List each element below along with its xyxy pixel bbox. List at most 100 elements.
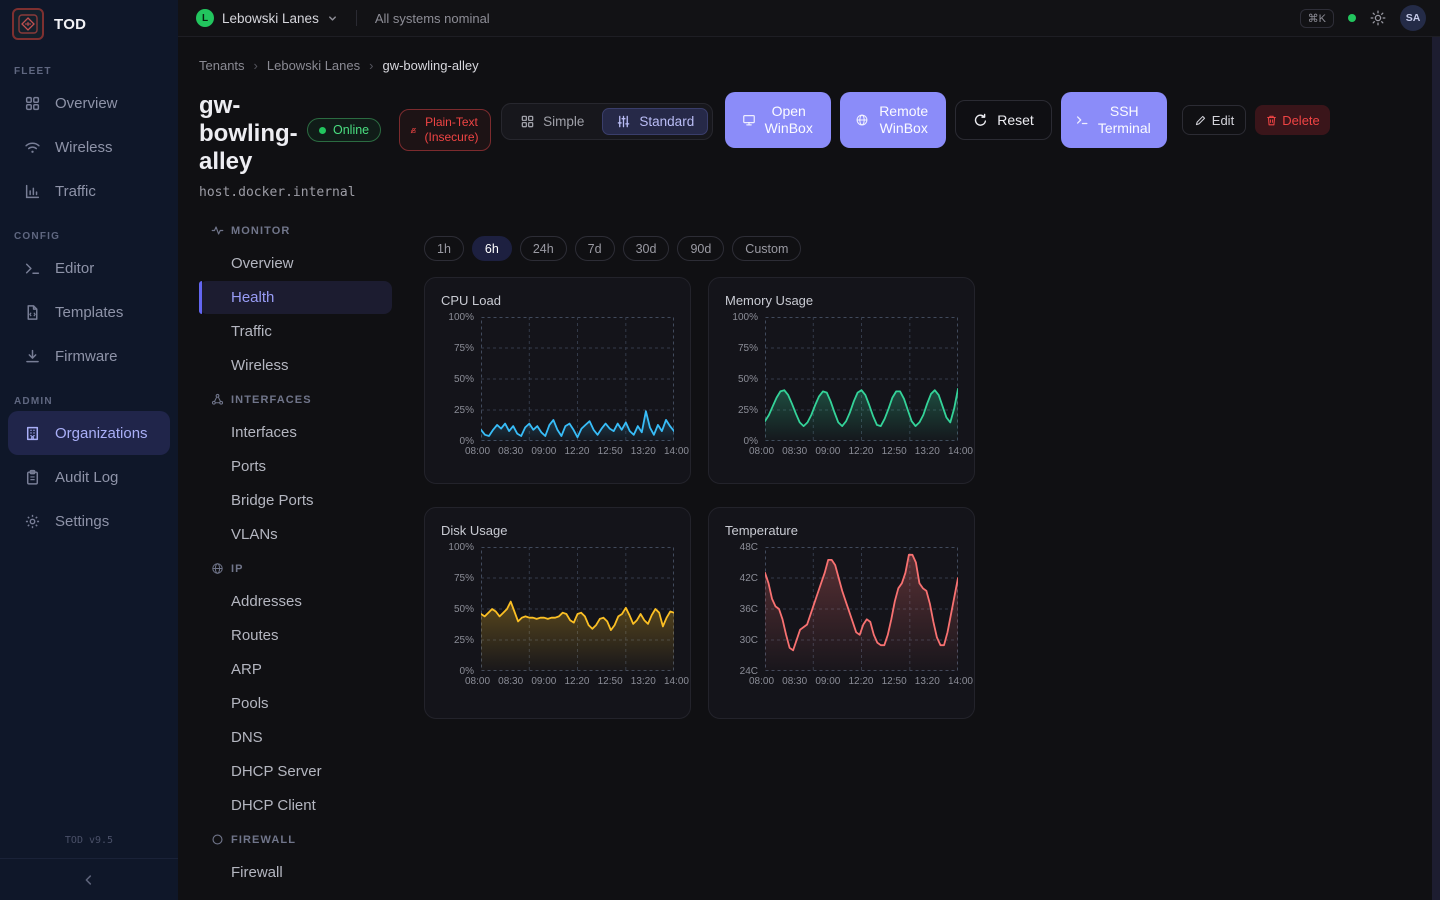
x-axis: 08:0008:3009:0012:2012:5013:2014:00 <box>465 446 689 457</box>
breadcrumb-tenants[interactable]: Tenants <box>199 58 245 73</box>
subnav-item-label: ARP <box>231 661 262 678</box>
subnav-item-addresses[interactable]: Addresses <box>199 585 392 618</box>
y-axis: 100%75%50%25%0% <box>441 317 481 441</box>
wifi-icon <box>24 139 41 156</box>
subnav-item-ports[interactable]: Ports <box>199 450 392 483</box>
sidebar-item-label: Overview <box>55 95 118 112</box>
subnav-item-label: Traffic <box>231 323 272 340</box>
breadcrumb-tenant[interactable]: Lebowski Lanes <box>267 58 360 73</box>
tenant-avatar: L <box>196 9 214 27</box>
subnav-item-label: Interfaces <box>231 424 297 441</box>
breadcrumb-current: gw-bowling-alley <box>382 58 478 73</box>
tenant-switcher[interactable]: L Lebowski Lanes <box>196 9 338 27</box>
time-range-1h[interactable]: 1h <box>424 236 464 261</box>
refresh-icon <box>973 113 988 128</box>
time-range-7d[interactable]: 7d <box>575 236 615 261</box>
file-icon <box>24 304 41 321</box>
subnav-item-bridge-ports[interactable]: Bridge Ports <box>199 484 392 517</box>
charts-grid: CPU Load 100%75%50%25%0% 08:0008:3009:00… <box>424 277 1432 719</box>
time-range-6h[interactable]: 6h <box>472 236 512 261</box>
remote-winbox-button[interactable]: Remote WinBox <box>840 92 946 148</box>
y-axis-label: 25% <box>454 635 474 646</box>
time-range-custom[interactable]: Custom <box>732 236 801 261</box>
scrollbar[interactable] <box>1432 37 1440 900</box>
subnav-item-mangle[interactable]: Mangle <box>199 890 392 900</box>
x-axis-label: 13:20 <box>915 446 940 457</box>
subnav-item-traffic[interactable]: Traffic <box>199 315 392 348</box>
subnav-item-label: DHCP Client <box>231 797 316 814</box>
subnav-item-firewall[interactable]: Firewall <box>199 856 392 889</box>
x-axis-label: 08:00 <box>465 446 490 457</box>
activity-icon <box>211 224 224 237</box>
time-range-90d[interactable]: 90d <box>677 236 724 261</box>
y-axis-label: 0% <box>460 436 474 447</box>
subnav-item-dhcp-client[interactable]: DHCP Client <box>199 789 392 822</box>
x-axis: 08:0008:3009:0012:2012:5013:2014:00 <box>465 676 689 687</box>
x-axis: 08:0008:3009:0012:2012:5013:2014:00 <box>749 676 973 687</box>
edit-label: Edit <box>1212 113 1234 128</box>
time-range-30d[interactable]: 30d <box>623 236 670 261</box>
x-axis-label: 12:50 <box>598 676 623 687</box>
sidebar-item-label: Templates <box>55 304 123 321</box>
subnav-item-vlans[interactable]: VLANs <box>199 518 392 551</box>
subnav-item-overview[interactable]: Overview <box>199 247 392 280</box>
app-version: TOD v9.5 <box>0 825 178 858</box>
x-axis-label: 08:00 <box>465 676 490 687</box>
device-header: gw-bowling-alley host.docker.internal On… <box>199 92 1432 200</box>
view-mode-simple[interactable]: Simple <box>506 108 598 135</box>
chevron-left-icon <box>82 873 96 887</box>
delete-label: Delete <box>1282 113 1320 128</box>
view-mode-label: Standard <box>639 114 694 129</box>
ssh-terminal-button[interactable]: SSH Terminal <box>1061 92 1167 148</box>
sidebar-footer: TOD v9.5 <box>0 825 178 900</box>
health-charts-section: 1h 6h 24h 7d 30d 90d Custom CPU Load 100… <box>424 214 1432 900</box>
breadcrumb: Tenants › Lebowski Lanes › gw-bowling-al… <box>199 58 1432 73</box>
y-axis-label: 36C <box>740 604 758 615</box>
sidebar-item-audit-log[interactable]: Audit Log <box>8 455 170 499</box>
subnav-item-health[interactable]: Health <box>199 281 392 314</box>
subnav-item-wireless[interactable]: Wireless <box>199 349 392 382</box>
chart-plot <box>481 547 674 671</box>
globe-icon <box>855 113 869 127</box>
brand-row: TOD <box>0 0 178 48</box>
topbar: L Lebowski Lanes All systems nominal ⌘K … <box>178 0 1440 37</box>
sidebar-collapse-button[interactable] <box>0 858 178 900</box>
sidebar-item-organizations[interactable]: Organizations <box>8 411 170 455</box>
view-mode-segmented: Simple Standard <box>501 103 713 140</box>
sidebar-item-traffic[interactable]: Traffic <box>8 169 170 213</box>
theme-toggle-button[interactable] <box>1370 10 1386 26</box>
sidebar-item-editor[interactable]: Editor <box>8 246 170 290</box>
subnav-item-arp[interactable]: ARP <box>199 653 392 686</box>
subnav-item-dns[interactable]: DNS <box>199 721 392 754</box>
subnav-item-routes[interactable]: Routes <box>199 619 392 652</box>
sidebar-item-settings[interactable]: Settings <box>8 499 170 543</box>
y-axis-label: 25% <box>454 405 474 416</box>
subnav-item-interfaces[interactable]: Interfaces <box>199 416 392 449</box>
y-axis-label: 50% <box>454 374 474 385</box>
x-axis-label: 09:00 <box>531 676 556 687</box>
y-axis-label: 0% <box>460 666 474 677</box>
subnav-item-label: Routes <box>231 627 279 644</box>
sidebar-item-wireless[interactable]: Wireless <box>8 125 170 169</box>
x-axis-label: 12:20 <box>848 446 873 457</box>
edit-button[interactable]: Edit <box>1182 105 1246 135</box>
device-hostname: host.docker.internal <box>199 185 303 200</box>
subnav-item-dhcp-server[interactable]: DHCP Server <box>199 755 392 788</box>
disk-usage-chart: Disk Usage 100%75%50%25%0% 08:0008:3009:… <box>424 507 691 719</box>
subnav-item-pools[interactable]: Pools <box>199 687 392 720</box>
open-winbox-button[interactable]: Open WinBox <box>725 92 831 148</box>
download-icon <box>24 348 41 365</box>
sidebar-item-templates[interactable]: Templates <box>8 290 170 334</box>
command-palette-shortcut[interactable]: ⌘K <box>1300 9 1334 28</box>
sidebar-item-firmware[interactable]: Firmware <box>8 334 170 378</box>
gear-icon <box>24 513 41 530</box>
subnav-item-label: Addresses <box>231 593 302 610</box>
x-axis-label: 09:00 <box>815 676 840 687</box>
user-avatar[interactable]: SA <box>1400 5 1426 31</box>
view-mode-standard[interactable]: Standard <box>602 108 708 135</box>
time-range-24h[interactable]: 24h <box>520 236 567 261</box>
breadcrumb-separator: › <box>254 58 258 73</box>
sidebar-item-overview[interactable]: Overview <box>8 81 170 125</box>
delete-button[interactable]: Delete <box>1255 105 1330 135</box>
reset-button[interactable]: Reset <box>955 100 1052 140</box>
